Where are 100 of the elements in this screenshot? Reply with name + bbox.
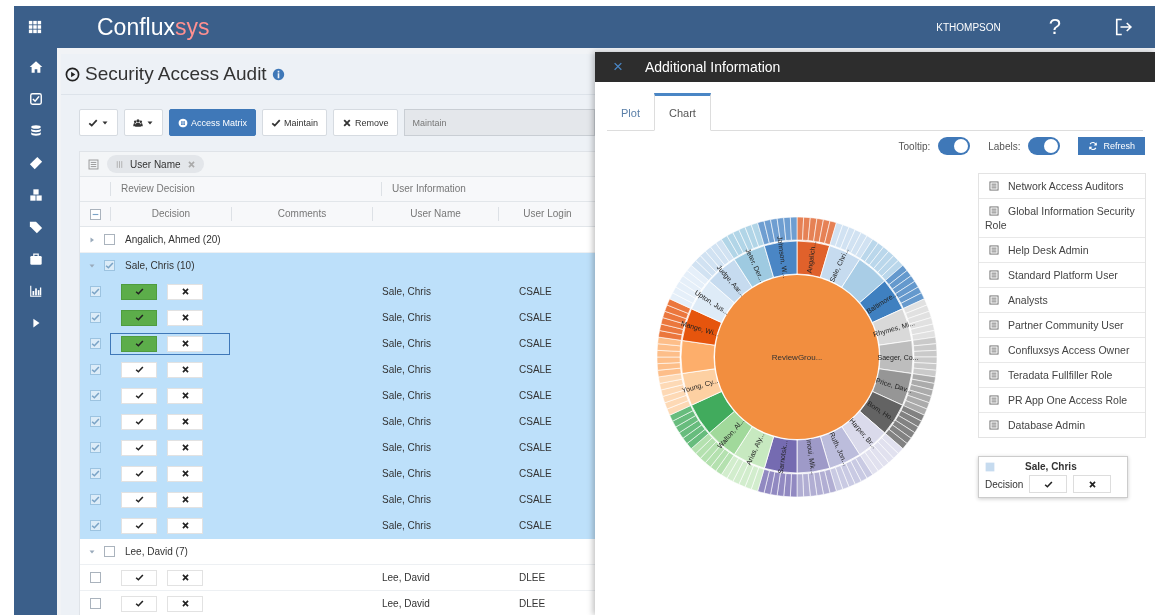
database-icon[interactable] bbox=[28, 124, 43, 138]
approve-button[interactable] bbox=[121, 309, 157, 326]
table-icon bbox=[989, 395, 999, 405]
column-header[interactable]: User Name bbox=[372, 207, 498, 221]
row-checkbox[interactable] bbox=[89, 442, 101, 453]
check-icon bbox=[134, 573, 144, 582]
check-icon bbox=[90, 469, 100, 478]
close-icon bbox=[180, 443, 190, 452]
apps-grid-icon[interactable] bbox=[28, 20, 42, 34]
table-icon bbox=[989, 245, 999, 255]
check-icon bbox=[90, 417, 100, 426]
legend-item[interactable]: Global Information Security Role bbox=[979, 199, 1145, 238]
reject-button[interactable] bbox=[167, 361, 203, 378]
legend-item[interactable]: Teradata Fullfiller Role bbox=[979, 363, 1145, 388]
info-icon[interactable] bbox=[271, 67, 285, 81]
row-checkbox[interactable] bbox=[89, 520, 101, 531]
row-checkbox[interactable] bbox=[89, 468, 101, 479]
check-icon bbox=[134, 599, 144, 608]
legend-item[interactable]: Standard Platform User bbox=[979, 263, 1145, 288]
tab[interactable]: Plot bbox=[607, 96, 654, 130]
legend-item[interactable]: Network Access Auditors bbox=[979, 174, 1145, 199]
legend-item[interactable]: Partner Community User bbox=[979, 313, 1145, 338]
legend-item[interactable]: PR App One Access Role bbox=[979, 388, 1145, 413]
legend-item[interactable]: Analysts bbox=[979, 288, 1145, 313]
group-by-chip[interactable]: User Name bbox=[107, 155, 204, 173]
check-icon bbox=[90, 391, 100, 400]
select-all-checkbox[interactable] bbox=[89, 208, 101, 220]
bar-chart-icon[interactable] bbox=[28, 284, 43, 298]
maintain-button[interactable]: Maintain bbox=[262, 109, 328, 136]
row-checkbox[interactable] bbox=[89, 338, 101, 349]
table-cell-text: CSALE bbox=[518, 286, 553, 297]
close-button[interactable]: × bbox=[613, 57, 623, 77]
users-dropdown-button[interactable] bbox=[124, 109, 163, 136]
checkbox-icon[interactable] bbox=[28, 92, 43, 106]
table-cell-text: Sale, Chris bbox=[381, 390, 432, 401]
briefcase-icon[interactable] bbox=[28, 252, 43, 266]
column-header[interactable]: Comments bbox=[231, 207, 372, 221]
circle-play-icon[interactable] bbox=[65, 66, 80, 82]
reject-button[interactable] bbox=[167, 283, 203, 300]
column-header[interactable]: Decision bbox=[110, 207, 231, 221]
row-checkbox[interactable] bbox=[89, 286, 101, 297]
reject-button[interactable] bbox=[167, 595, 203, 612]
table-cell-text: Sale, Chris bbox=[381, 520, 432, 531]
tab[interactable]: Chart bbox=[653, 93, 711, 131]
table-cell-text: CSALE bbox=[518, 416, 553, 427]
table-cell-text: CSALE bbox=[518, 468, 553, 479]
legend-item[interactable]: Help Desk Admin bbox=[979, 238, 1145, 263]
group-label: Angalich, Ahmed (20) bbox=[125, 234, 221, 245]
row-checkbox[interactable] bbox=[89, 364, 101, 375]
reject-button[interactable] bbox=[167, 335, 203, 352]
group-checkbox[interactable] bbox=[104, 546, 115, 557]
group-checkbox[interactable] bbox=[104, 234, 115, 245]
check-dropdown-button[interactable] bbox=[79, 109, 118, 136]
row-checkbox[interactable] bbox=[89, 598, 101, 609]
table-cell-text: DLEE bbox=[518, 598, 547, 609]
reject-button[interactable] bbox=[167, 413, 203, 430]
remove-button[interactable]: Remove bbox=[333, 109, 398, 136]
table-cell-text: CSALE bbox=[518, 338, 553, 349]
reject-button[interactable] bbox=[167, 309, 203, 326]
approve-button[interactable] bbox=[121, 283, 157, 300]
swatch-icon bbox=[985, 461, 995, 472]
legend-item[interactable]: Database Admin bbox=[979, 413, 1145, 437]
check-icon bbox=[90, 495, 100, 504]
row-checkbox[interactable] bbox=[89, 572, 101, 583]
reject-button[interactable] bbox=[167, 387, 203, 404]
reject-button[interactable] bbox=[167, 569, 203, 586]
close-icon bbox=[180, 573, 190, 582]
help-button[interactable]: ? bbox=[1048, 14, 1061, 40]
approve-button[interactable] bbox=[121, 335, 157, 352]
reject-button[interactable] bbox=[167, 439, 203, 456]
row-checkbox[interactable] bbox=[89, 494, 101, 505]
group-checkbox[interactable] bbox=[104, 260, 115, 271]
user-name[interactable]: KTHOMPSON bbox=[936, 21, 1001, 33]
close-icon bbox=[186, 159, 196, 169]
ticket-icon[interactable] bbox=[28, 156, 43, 170]
row-checkbox[interactable] bbox=[89, 390, 101, 401]
toggle-switch[interactable] bbox=[1028, 137, 1061, 155]
table-icon bbox=[989, 345, 999, 355]
close-icon bbox=[180, 365, 190, 374]
table-icon[interactable] bbox=[88, 158, 99, 170]
cubes-icon[interactable] bbox=[28, 188, 43, 202]
reject-button[interactable] bbox=[167, 491, 203, 508]
legend-item[interactable]: Confluxsys Access Owner bbox=[979, 338, 1145, 363]
row-checkbox[interactable] bbox=[89, 312, 101, 323]
table-cell-text: Sale, Chris bbox=[381, 468, 432, 479]
logout-icon[interactable] bbox=[1113, 17, 1133, 37]
tag-icon[interactable] bbox=[28, 220, 43, 234]
table-cell-text: Sale, Chris bbox=[381, 494, 432, 505]
reject-button[interactable] bbox=[1073, 475, 1112, 493]
row-checkbox[interactable] bbox=[89, 416, 101, 427]
action-field[interactable]: Maintain bbox=[403, 109, 595, 136]
tooltip-title: Sale, Chris bbox=[1025, 461, 1077, 472]
close-icon bbox=[180, 495, 190, 504]
home-icon[interactable] bbox=[28, 60, 43, 74]
reject-button[interactable] bbox=[167, 517, 203, 534]
reject-button[interactable] bbox=[167, 465, 203, 482]
access-matrix-button[interactable]: Access Matrix bbox=[169, 109, 256, 136]
logo-accent-text: sys bbox=[175, 13, 210, 41]
refresh-button[interactable]: Refresh bbox=[1078, 137, 1145, 155]
toggle-switch[interactable] bbox=[938, 137, 971, 155]
